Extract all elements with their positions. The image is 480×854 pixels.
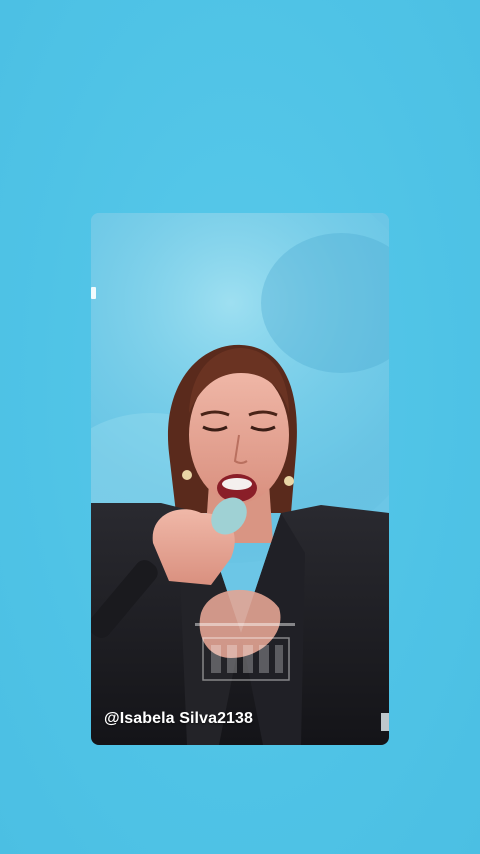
app-screen: @Isabela Silva2138 — [0, 0, 480, 854]
video-player[interactable] — [91, 213, 389, 745]
overlay-marker — [91, 287, 96, 299]
creator-handle: @Isabela Silva2138 — [104, 710, 254, 727]
video-frame — [91, 213, 389, 745]
